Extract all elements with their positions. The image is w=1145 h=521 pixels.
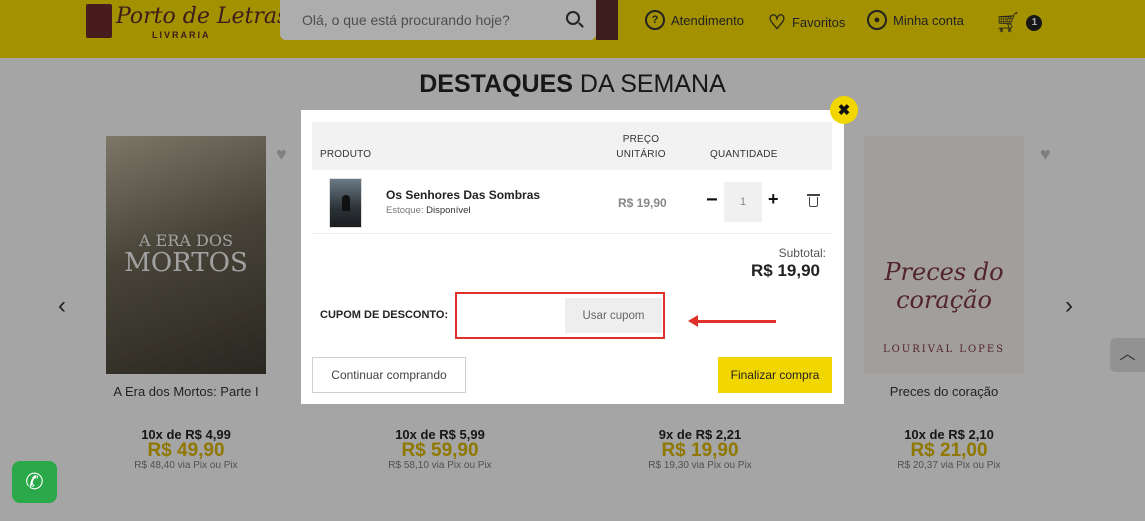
cart-item-row: Os Senhores Das Sombras Estoque: Disponí… xyxy=(312,170,832,234)
column-quantity: QUANTIDADE xyxy=(710,149,778,160)
subtotal-value: R$ 19,90 xyxy=(751,261,820,280)
cart-modal: PRODUTO PREÇO UNITÁRIO QUANTIDADE Os Sen… xyxy=(301,110,844,404)
product-thumbnail[interactable] xyxy=(329,178,362,228)
product-name[interactable]: Os Senhores Das Sombras xyxy=(386,188,540,202)
checkout-button[interactable]: Finalizar compra xyxy=(718,357,832,393)
subtotal-label: Subtotal: xyxy=(778,246,826,260)
coupon-label: CUPOM DE DESCONTO: xyxy=(320,309,449,321)
whatsapp-button[interactable]: ✆ xyxy=(12,461,57,503)
trash-icon[interactable] xyxy=(807,194,820,207)
plus-icon[interactable]: + xyxy=(768,189,779,210)
unit-price: R$ 19,90 xyxy=(618,196,667,210)
quantity-input[interactable] xyxy=(724,182,762,222)
column-product: PRODUTO xyxy=(320,149,372,160)
minus-icon[interactable]: − xyxy=(706,189,718,212)
coupon-highlight-frame: Usar cupom xyxy=(455,292,665,339)
cart-table-header: PRODUTO PREÇO UNITÁRIO QUANTIDADE xyxy=(312,122,832,170)
stock-label: Estoque: xyxy=(386,205,424,216)
whatsapp-icon: ✆ xyxy=(25,469,44,494)
coupon-input[interactable] xyxy=(461,298,561,333)
close-icon[interactable]: ✖ xyxy=(830,96,858,124)
continue-shopping-button[interactable]: Continuar comprando xyxy=(312,357,466,393)
product-stock: Estoque: Disponível xyxy=(386,205,471,216)
stock-value: Disponível xyxy=(426,205,471,216)
column-unit-price: PREÇO UNITÁRIO xyxy=(616,134,666,160)
annotation-arrow-icon xyxy=(688,315,776,327)
apply-coupon-button[interactable]: Usar cupom xyxy=(565,298,662,333)
